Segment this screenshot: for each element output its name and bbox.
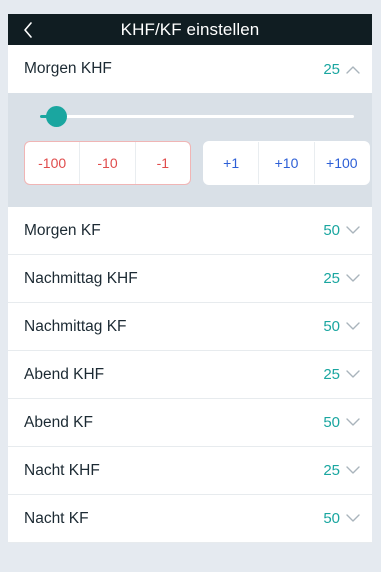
row-value: 25 (323, 366, 340, 383)
row-value: 50 (323, 222, 340, 239)
plus-10-button[interactable]: +10 (258, 142, 313, 184)
row-label: Nacht KHF (24, 461, 100, 479)
row-nachmittag-khf[interactable]: Nachmittag KHF 25 (8, 255, 372, 303)
chevron-down-icon (346, 370, 360, 380)
page-title: KHF/KF einstellen (120, 19, 260, 39)
row-nachmittag-kf[interactable]: Nachmittag KF 50 (8, 303, 372, 351)
chevron-down-icon (346, 322, 360, 332)
settings-list: Morgen KHF 25 -100 -10 -1 +1 +10 +100 Mo… (8, 45, 372, 543)
row-value: 50 (323, 318, 340, 335)
chevron-down-icon (346, 466, 360, 476)
minus-100-button[interactable]: -100 (25, 142, 79, 184)
chevron-down-icon (346, 418, 360, 428)
row-nacht-kf[interactable]: Nacht KF 50 (8, 495, 372, 543)
row-label: Abend KF (24, 413, 93, 431)
row-label: Morgen KF (24, 221, 101, 239)
row-value: 25 (323, 60, 340, 78)
row-nacht-khf[interactable]: Nacht KHF 25 (8, 447, 372, 495)
increment-button-group: +1 +10 +100 (203, 141, 370, 185)
slider-track (40, 115, 354, 118)
back-button[interactable] (14, 14, 42, 45)
row-abend-khf[interactable]: Abend KHF 25 (8, 351, 372, 399)
row-value: 50 (323, 414, 340, 431)
chevron-down-icon (346, 274, 360, 284)
value-slider[interactable] (40, 106, 354, 127)
row-label: Nacht KF (24, 509, 89, 527)
row-value: 25 (323, 462, 340, 479)
row-value: 50 (323, 510, 340, 527)
chevron-left-icon (24, 21, 32, 38)
row-morgen-khf[interactable]: Morgen KHF 25 (8, 45, 372, 93)
row-value-group: 25 (323, 61, 360, 78)
row-label: Abend KHF (24, 365, 105, 383)
chevron-up-icon (346, 64, 360, 74)
row-value: 25 (323, 270, 340, 287)
row-value-group: 50 (323, 318, 360, 335)
row-abend-kf[interactable]: Abend KF 50 (8, 399, 372, 447)
row-value-group: 50 (323, 510, 360, 527)
row-label: Nachmittag KHF (24, 269, 138, 287)
row-value-group: 25 (323, 270, 360, 287)
row-label: Nachmittag KF (24, 317, 127, 335)
minus-10-button[interactable]: -10 (79, 142, 134, 184)
row-value-group: 25 (323, 366, 360, 383)
row-value-group: 50 (323, 222, 360, 239)
adjust-panel: -100 -10 -1 +1 +10 +100 (8, 93, 372, 207)
plus-100-button[interactable]: +100 (313, 142, 369, 184)
minus-1-button[interactable]: -1 (134, 142, 190, 184)
row-label: Morgen KHF (24, 60, 112, 77)
plus-1-button[interactable]: +1 (204, 142, 258, 184)
chevron-down-icon (346, 514, 360, 524)
decrement-button-group: -100 -10 -1 (24, 141, 191, 185)
row-value-group: 50 (323, 414, 360, 431)
chevron-down-icon (346, 226, 360, 236)
app-header: KHF/KF einstellen (8, 14, 372, 45)
slider-thumb[interactable] (45, 106, 67, 127)
row-morgen-kf[interactable]: Morgen KF 50 (8, 207, 372, 255)
row-value-group: 25 (323, 462, 360, 479)
